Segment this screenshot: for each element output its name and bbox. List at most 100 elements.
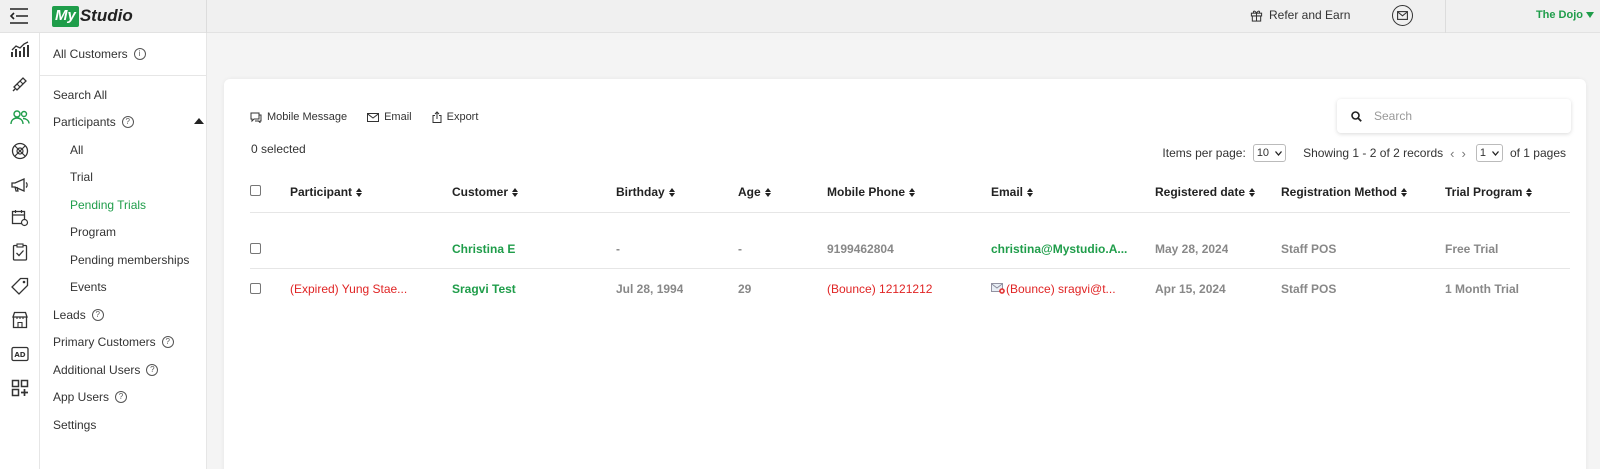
messages-button[interactable]	[1392, 5, 1413, 26]
rail-pos[interactable]	[9, 73, 31, 95]
gift-icon	[1250, 10, 1263, 22]
table-row[interactable]: Christina E - - 9199462804 christina@Mys…	[250, 229, 1570, 269]
mobile-message-button[interactable]: Mobile Message	[250, 111, 347, 123]
phone-cell: 9199462804	[827, 242, 894, 256]
sidebar-item-trial[interactable]: Trial	[70, 170, 93, 184]
rail-marketing[interactable]	[9, 174, 31, 196]
sort-icon	[356, 187, 363, 197]
column-age[interactable]: Age	[738, 185, 771, 199]
menu-toggle-icon[interactable]	[9, 7, 29, 25]
column-label: Customer	[452, 185, 509, 199]
help-icon[interactable]: ?	[161, 336, 174, 348]
rail-store[interactable]	[9, 309, 31, 331]
column-customer[interactable]: Customer	[452, 185, 519, 199]
sidebar-item-pending-memberships[interactable]: Pending memberships	[70, 253, 189, 267]
column-label: Participant	[290, 185, 353, 199]
column-trial-program[interactable]: Trial Program	[1445, 185, 1533, 199]
column-registered-date[interactable]: Registered date	[1155, 185, 1256, 199]
caret-up-icon[interactable]	[194, 118, 204, 124]
info-icon[interactable]: i	[133, 48, 146, 60]
rail-schedule[interactable]	[9, 207, 31, 229]
trial-program-cell: 1 Month Trial	[1445, 282, 1520, 296]
divider	[1445, 0, 1446, 33]
help-icon[interactable]: ?	[146, 364, 159, 376]
sort-icon	[1526, 187, 1533, 197]
sidebar-item-label: Program	[70, 225, 117, 239]
column-participant[interactable]: Participant	[290, 185, 363, 199]
column-registration-method[interactable]: Registration Method	[1281, 185, 1407, 199]
ticket-icon	[12, 77, 27, 92]
help-icon[interactable]: ?	[91, 309, 104, 321]
page-count: of 1 pages	[1509, 146, 1566, 160]
sidebar-item-leads[interactable]: Leads ?	[53, 308, 104, 322]
column-email[interactable]: Email	[991, 185, 1034, 199]
search-input[interactable]	[1374, 109, 1544, 123]
divider	[206, 0, 207, 33]
sidebar-item-primary-customers[interactable]: Primary Customers ?	[53, 335, 174, 349]
chevron-right-icon[interactable]: ›	[1461, 146, 1465, 161]
page-select[interactable]: 1	[1475, 144, 1503, 162]
bulk-actions-toolbar: Mobile Message Email Export	[250, 111, 478, 123]
chevron-down-icon	[1275, 150, 1283, 156]
sidebar-item-label: Settings	[53, 418, 97, 432]
row-checkbox[interactable]	[250, 243, 261, 254]
rail-apps[interactable]	[9, 377, 31, 399]
sidebar-header: All Customers i	[40, 33, 206, 76]
email-cell[interactable]: (Bounce) sragvi@t...	[991, 282, 1141, 296]
sidebar-item-label: Trial	[70, 170, 93, 184]
sort-icon	[1249, 187, 1256, 197]
rail-discounts[interactable]	[9, 275, 31, 297]
programs-icon	[11, 142, 29, 160]
column-mobile-phone[interactable]: Mobile Phone	[827, 185, 915, 199]
chevron-left-icon[interactable]: ‹	[1450, 146, 1454, 161]
mystudio-logo[interactable]: My Studio	[52, 2, 133, 30]
megaphone-icon	[11, 177, 28, 193]
sidebar-item-pending-trials[interactable]: Pending Trials	[70, 198, 146, 212]
column-label: Trial Program	[1445, 185, 1523, 199]
sidebar-item-events[interactable]: Events	[70, 280, 107, 294]
sidebar-item-settings[interactable]: Settings	[53, 418, 96, 432]
table-row[interactable]: (Expired) Yung Stae... Sragvi Test Jul 2…	[250, 269, 1570, 309]
sort-icon	[764, 187, 771, 197]
items-per-page-select[interactable]: 10	[1252, 144, 1287, 162]
studio-switcher[interactable]: The Dojo	[1536, 9, 1594, 21]
selected-count: 0 selected	[251, 142, 306, 156]
caret-down-icon	[1586, 12, 1594, 18]
birthday-cell: -	[616, 242, 620, 256]
table-header: Participant Customer Birthday Age Mobile…	[250, 178, 1570, 213]
sidebar-item-participants[interactable]: Participants ?	[53, 115, 204, 129]
sidebar-item-app-users[interactable]: App Users ?	[53, 390, 128, 404]
export-button[interactable]: Export	[432, 111, 479, 123]
email-link[interactable]: christina@Mystudio.A...	[991, 242, 1141, 256]
customer-link[interactable]: Christina E	[452, 242, 602, 256]
sidebar-item-label: Pending memberships	[70, 253, 190, 267]
rail-programs[interactable]	[9, 140, 31, 162]
sidebar-item-label: Primary Customers	[53, 335, 156, 349]
participant-link[interactable]: (Expired) Yung Stae...	[290, 282, 440, 296]
row-checkbox[interactable]	[250, 283, 261, 294]
sidebar-item-search-all[interactable]: Search All	[53, 88, 107, 102]
help-icon[interactable]: ?	[121, 116, 134, 128]
items-per-page-label: Items per page:	[1162, 146, 1246, 160]
column-birthday[interactable]: Birthday	[616, 185, 675, 199]
refer-and-earn-button[interactable]: Refer and Earn	[1250, 8, 1350, 22]
customer-link[interactable]: Sragvi Test	[452, 282, 602, 296]
rail-dashboard[interactable]	[9, 39, 31, 61]
sidebar-item-program[interactable]: Program	[70, 225, 116, 239]
sidebar-item-all[interactable]: All	[70, 143, 83, 157]
export-label: Export	[446, 111, 479, 123]
refer-label: Refer and Earn	[1269, 8, 1351, 22]
rail-ads[interactable]: AD	[9, 343, 31, 365]
rail-tasks[interactable]	[9, 241, 31, 263]
help-icon[interactable]: ?	[115, 391, 128, 403]
customers-sidebar: All Customers i Search All Participants …	[40, 33, 207, 469]
rail-customers[interactable]	[9, 106, 31, 128]
envelope-icon	[367, 112, 380, 122]
search-icon	[1351, 110, 1362, 122]
registered-date-cell: May 28, 2024	[1155, 242, 1229, 256]
sort-icon	[512, 187, 519, 197]
sidebar-item-additional-users[interactable]: Additional Users ?	[53, 363, 159, 377]
chart-icon	[11, 41, 29, 57]
select-all-checkbox[interactable]	[250, 185, 261, 196]
email-button[interactable]: Email	[367, 111, 412, 123]
